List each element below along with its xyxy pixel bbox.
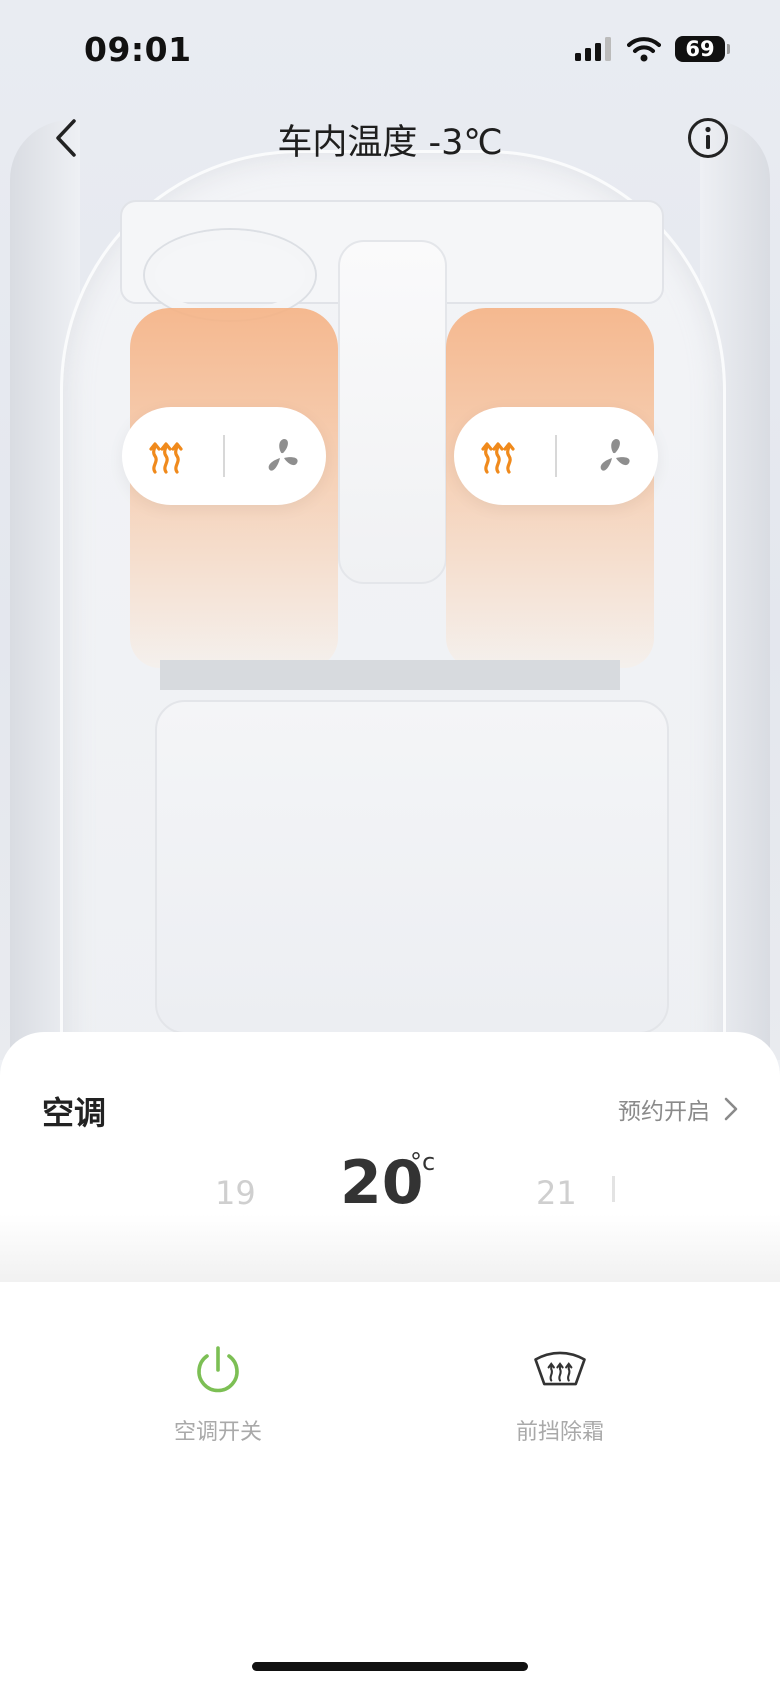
seat-vent-icon — [600, 439, 630, 471]
schedule-start-link[interactable]: 预约开启 — [618, 1092, 738, 1126]
status-icons: 69 — [575, 36, 730, 62]
info-button[interactable] — [686, 116, 730, 160]
front-defrost-label: 前挡除霜 — [515, 1420, 604, 1445]
battery-indicator: 69 — [675, 36, 730, 62]
status-bar: 09:01 69 — [0, 0, 780, 100]
battery-tip — [727, 44, 730, 54]
chevron-right-icon — [724, 1097, 738, 1121]
front-defrost-button[interactable]: 前挡除霜 — [470, 1342, 650, 1446]
temperature-unit: °c — [410, 1148, 436, 1176]
driver-seat-heat-button[interactable] — [136, 426, 196, 486]
battery-level: 69 — [675, 36, 725, 62]
seat-vent-icon — [268, 439, 298, 471]
schedule-label: 预约开启 — [618, 1099, 710, 1125]
info-icon — [688, 118, 728, 158]
ac-power-button[interactable]: 空调开关 — [128, 1342, 308, 1446]
driver-seat-vent-button[interactable] — [252, 426, 312, 486]
nav-bar: 车内温度 -3℃ — [0, 100, 780, 180]
status-time: 09:01 — [84, 30, 192, 69]
temperature-scroll-edge — [612, 1176, 615, 1202]
passenger-seat-heat-button[interactable] — [468, 426, 528, 486]
page-title: 车内温度 -3℃ — [277, 123, 503, 163]
passenger-seat-controls — [454, 407, 658, 505]
pill-divider — [554, 435, 557, 477]
cellular-signal-icon — [575, 37, 611, 61]
driver-seat-controls — [122, 407, 326, 505]
temperature-option-prev[interactable]: 19 — [215, 1174, 256, 1212]
seat-heat-icon — [481, 442, 515, 474]
temperature-picker[interactable]: 19 20 °c 21 — [0, 1132, 780, 1282]
passenger-seat-vent-button[interactable] — [584, 426, 644, 486]
wifi-icon — [627, 37, 661, 62]
rear-seats — [155, 700, 669, 1034]
home-indicator — [252, 1662, 528, 1671]
seat-heat-icon — [149, 442, 183, 474]
floor-divider — [160, 660, 620, 690]
center-console — [338, 240, 447, 584]
ac-panel: 空调 预约开启 19 20 °c 21 — [0, 1032, 780, 1688]
temperature-option-next[interactable]: 21 — [536, 1174, 577, 1212]
steering-wheel — [145, 230, 315, 320]
ac-power-label: 空调开关 — [173, 1420, 262, 1445]
power-icon — [197, 1346, 239, 1393]
pill-divider — [222, 435, 225, 477]
panel-title: 空调 — [42, 1094, 107, 1132]
windshield-defrost-icon — [534, 1351, 586, 1386]
